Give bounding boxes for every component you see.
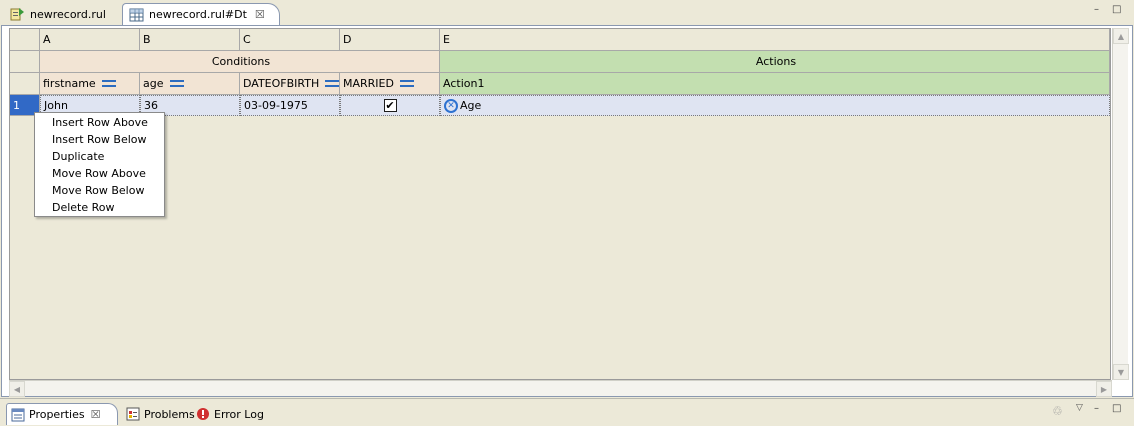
editor-tab-bar: newrecord.rul newrecord.rul#Dt ☒ – □ (0, 0, 1134, 26)
field-header-action1[interactable]: Action1 (440, 73, 1110, 95)
field-label: firstname (43, 77, 96, 90)
scroll-right-icon[interactable]: ▶ (1096, 381, 1112, 397)
rule-file-icon (10, 6, 26, 22)
maximize-icon[interactable]: □ (1112, 4, 1121, 15)
horizontal-scrollbar[interactable]: ◀ ▶ (9, 380, 1112, 397)
table-cell-married[interactable]: ✔ (340, 95, 440, 116)
tab-label: Properties (29, 408, 85, 421)
minimize-icon[interactable]: – (1094, 403, 1099, 414)
field-header-married[interactable]: MARRIED (340, 73, 440, 95)
column-header-a[interactable]: A (40, 29, 140, 51)
action-value: Age (460, 99, 482, 112)
scroll-down-icon[interactable]: ▼ (1113, 364, 1129, 380)
decision-table-grid: A B C D E Conditions Actions firstname a… (9, 28, 1111, 380)
error-log-icon (196, 407, 210, 421)
field-header-age[interactable]: age (140, 73, 240, 95)
conditions-header[interactable]: Conditions (40, 51, 440, 73)
column-header-e[interactable]: E (440, 29, 1110, 51)
close-tab-icon[interactable]: ☒ (255, 8, 265, 21)
column-header-c[interactable]: C (240, 29, 340, 51)
maximize-icon[interactable]: □ (1112, 403, 1121, 414)
bottom-view-tabs: Properties ☒ Problems Error Log ♲ ▽ – □ (0, 398, 1134, 426)
column-header-b[interactable]: B (140, 29, 240, 51)
view-menu-icon[interactable]: ▽ (1076, 403, 1083, 413)
equals-operator-icon[interactable] (399, 80, 414, 87)
equals-operator-icon[interactable] (169, 80, 184, 87)
field-header-dateofbirth[interactable]: DATEOFBIRTH (240, 73, 340, 95)
action-delete-icon[interactable]: ✕ (444, 98, 458, 113)
column-header-d[interactable]: D (340, 29, 440, 51)
equals-operator-icon[interactable] (101, 80, 116, 87)
table-cell-action1[interactable]: ✕ Age (440, 95, 1110, 116)
properties-icon (11, 408, 25, 422)
actions-header[interactable]: Actions (440, 51, 1110, 73)
row-header-blank (10, 51, 40, 73)
problems-icon (126, 407, 140, 421)
tab-problems[interactable]: Problems (122, 403, 199, 425)
tab-label: Problems (144, 407, 195, 421)
menu-item-move-row-below[interactable]: Move Row Below (35, 182, 164, 199)
menu-item-move-row-above[interactable]: Move Row Above (35, 165, 164, 182)
tab-label: newrecord.rul#Dt (149, 8, 247, 21)
field-label: age (143, 77, 164, 90)
decision-table-editor: A B C D E Conditions Actions firstname a… (1, 25, 1133, 397)
tab-label: newrecord.rul (30, 7, 106, 21)
menu-item-insert-row-above[interactable]: Insert Row Above (35, 114, 164, 131)
tab-newrecord-rul[interactable]: newrecord.rul (4, 3, 118, 25)
scroll-left-icon[interactable]: ◀ (9, 381, 25, 397)
vertical-scrollbar[interactable]: ▲ ▼ (1112, 28, 1129, 380)
close-tab-icon[interactable]: ☒ (91, 408, 101, 421)
field-header-firstname[interactable]: firstname (40, 73, 140, 95)
menu-item-insert-row-below[interactable]: Insert Row Below (35, 131, 164, 148)
married-checkbox[interactable]: ✔ (383, 99, 397, 112)
tab-label: Error Log (214, 407, 264, 421)
row-context-menu: Insert Row Above Insert Row Below Duplic… (34, 112, 165, 217)
decision-table-icon (129, 7, 145, 23)
tab-newrecord-rul-dt[interactable]: newrecord.rul#Dt ☒ (122, 3, 280, 25)
field-label: DATEOFBIRTH (243, 77, 320, 90)
scroll-up-icon[interactable]: ▲ (1113, 28, 1129, 44)
field-label: MARRIED (343, 77, 394, 90)
pin-view-icon[interactable]: ♲ (1052, 404, 1063, 418)
row-header-blank (10, 73, 40, 95)
menu-item-duplicate[interactable]: Duplicate (35, 148, 164, 165)
equals-operator-icon[interactable] (325, 80, 339, 87)
menu-item-delete-row[interactable]: Delete Row (35, 199, 164, 216)
table-cell-dateofbirth[interactable]: 03-09-1975 (240, 95, 340, 116)
minimize-icon[interactable]: – (1094, 4, 1099, 15)
tab-properties[interactable]: Properties ☒ (6, 403, 118, 425)
corner-cell[interactable] (10, 29, 40, 51)
tab-error-log[interactable]: Error Log (192, 403, 268, 425)
